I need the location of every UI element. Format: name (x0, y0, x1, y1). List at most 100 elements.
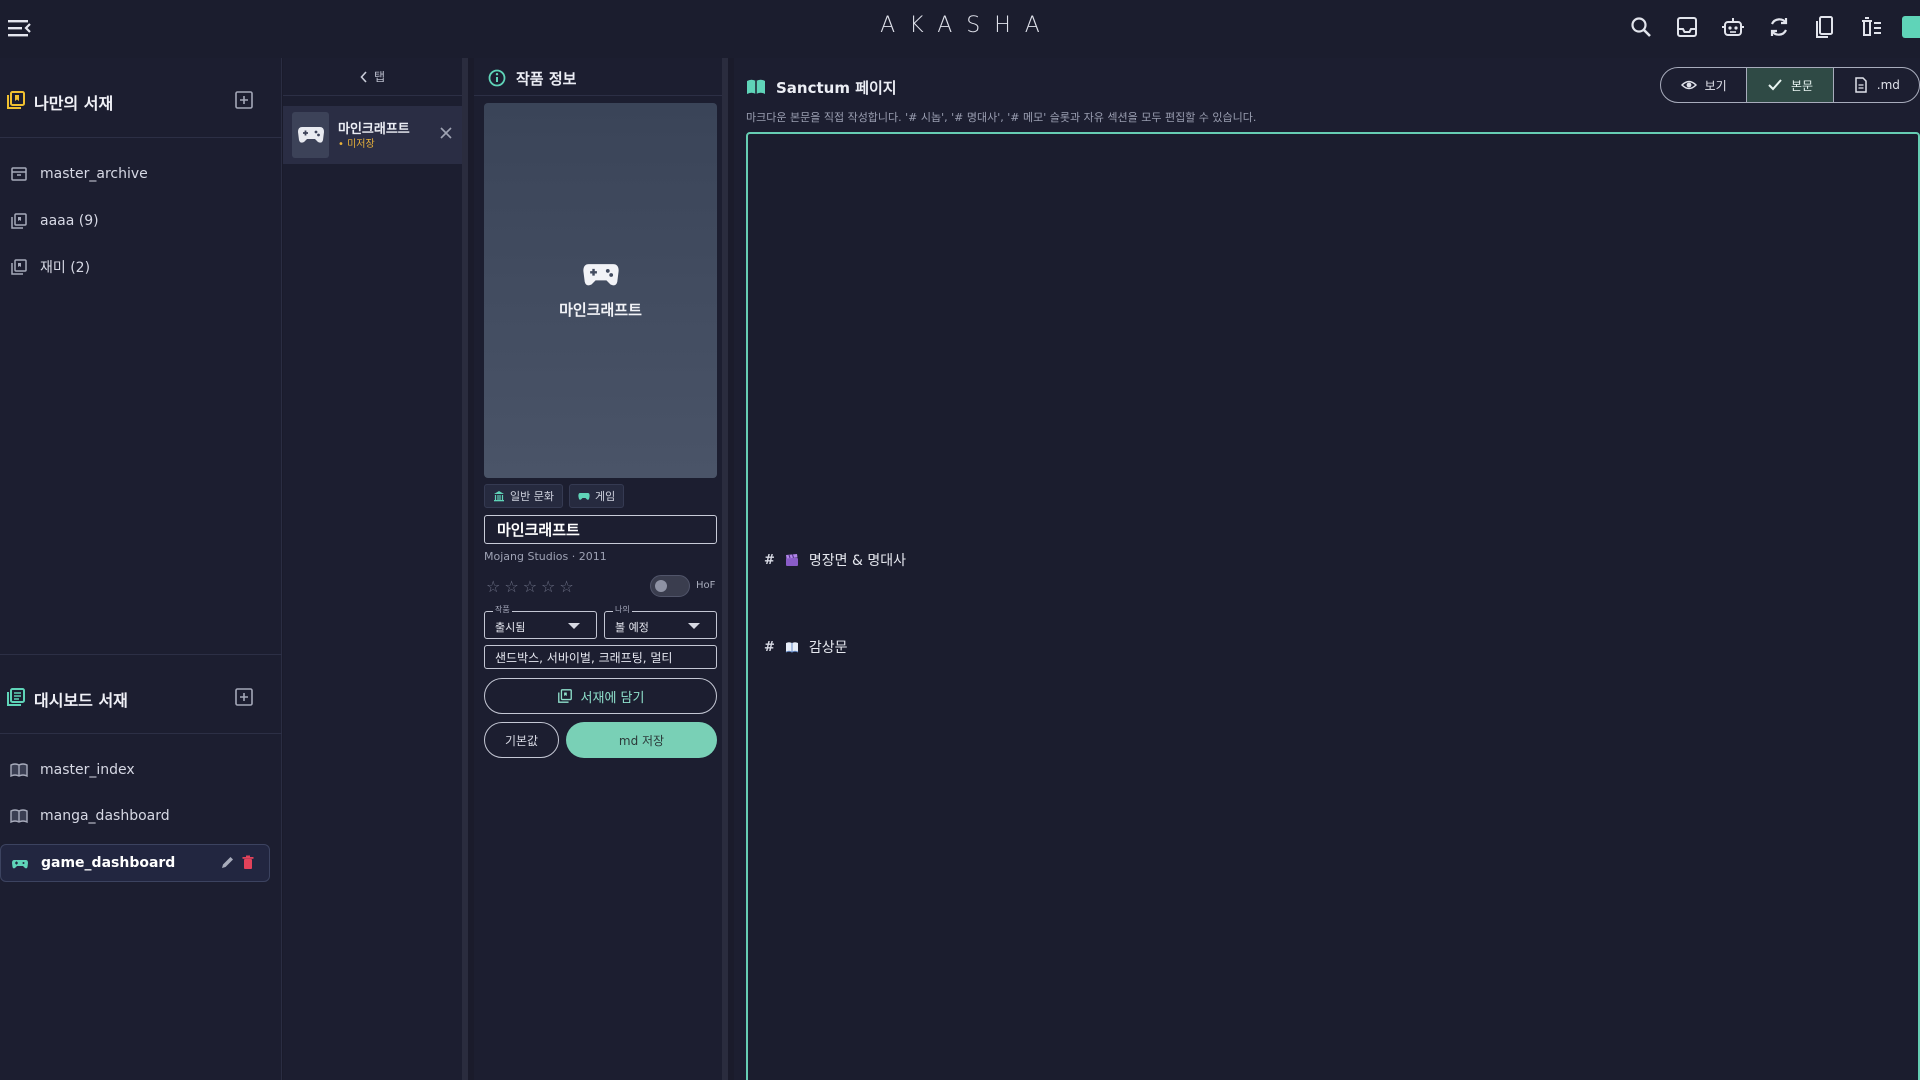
work-info-header: 작품 정보 (474, 58, 722, 96)
sidebar-item-label: aaaa (9) (40, 213, 99, 229)
star-3-icon[interactable]: ☆ (523, 579, 537, 595)
my-shelf-title: 나만의 서재 (34, 94, 114, 113)
open-book-icon (747, 79, 765, 94)
view-mode-preview[interactable]: 보기 (1661, 68, 1748, 102)
clapperboard-icon (785, 554, 798, 566)
chevron-down-icon (688, 623, 700, 629)
cover-image[interactable]: 마인크래프트 (484, 103, 717, 478)
hof-label: HoF (696, 580, 716, 591)
gamepad-icon (578, 493, 590, 500)
toggle-knob (655, 580, 667, 592)
info-icon (488, 69, 506, 87)
star-4-icon[interactable]: ☆ (541, 579, 555, 595)
hof-toggle[interactable] (650, 575, 690, 597)
page-title: Sanctum 페이지 (776, 79, 897, 97)
sync-icon[interactable] (1764, 12, 1794, 42)
dashboard-shelf-title: 대시보드 서재 (34, 691, 128, 710)
heading-text: 감상문 (808, 640, 848, 656)
dashboard-shelf-icon (7, 688, 25, 706)
add-to-shelf-label: 서재에 담기 (580, 690, 645, 706)
tabs-panel: 탭 마인크래프트 • 미저장 (283, 58, 468, 1080)
search-icon[interactable] (1626, 12, 1656, 42)
heading-hash: # (764, 552, 775, 568)
gamepad-icon (12, 860, 28, 869)
view-mode-switch: 보기 본문 .md (1660, 67, 1920, 103)
chevron-left-icon (360, 70, 367, 83)
add-dashboard-icon[interactable] (234, 687, 254, 707)
studio-year: Mojang Studios · 2011 (484, 550, 607, 563)
heading-text: 명장면 & 명대사 (808, 553, 907, 569)
star-1-icon[interactable]: ☆ (486, 579, 500, 595)
view-mode-label: .md (1876, 78, 1900, 92)
copy-pages-icon[interactable] (1810, 12, 1840, 42)
sidebar-item-manga-dashboard[interactable]: manga_dashboard (0, 798, 270, 834)
books-icon (11, 213, 27, 229)
sidebar-item-aaaa[interactable]: aaaa (9) (0, 203, 270, 239)
gamepad-icon (297, 127, 324, 143)
collapse-tabs-button[interactable]: 탭 (283, 58, 462, 96)
open-book-icon (10, 809, 28, 824)
my-shelf-header: 나만의 서재 (0, 58, 282, 138)
open-tab[interactable]: 마인크래프트 • 미저장 (283, 106, 462, 164)
file-icon (1855, 77, 1867, 93)
view-mode-md[interactable]: .md (1834, 68, 1919, 102)
star-2-icon[interactable]: ☆ (504, 579, 518, 595)
gamepad-icon (582, 264, 619, 286)
sidebar-item-label: master_archive (40, 166, 148, 182)
category-chip-game[interactable]: 게임 (568, 484, 625, 508)
star-5-icon[interactable]: ☆ (559, 579, 573, 595)
add-shelf-icon[interactable] (234, 90, 254, 110)
edit-pencil-icon[interactable] (220, 855, 235, 870)
markdown-editor[interactable]: # 명장면 & 명대사 # 감상문 (746, 132, 1920, 1080)
view-mode-label: 본문 (1790, 78, 1814, 93)
open-book-icon (10, 763, 28, 778)
save-md-button[interactable]: md 저장 (566, 722, 717, 758)
work-status-select[interactable]: 작품 출시됨 (484, 604, 597, 639)
add-to-shelf-button[interactable]: 서재에 담기 (484, 678, 717, 714)
building-icon (494, 491, 504, 502)
accent-tab[interactable] (1902, 16, 1920, 38)
check-icon (1768, 79, 1782, 91)
view-mode-body[interactable]: 본문 (1747, 68, 1834, 102)
select-label: 작품 (493, 604, 512, 615)
robot-icon[interactable] (1718, 12, 1748, 42)
inbox-icon[interactable] (1672, 12, 1702, 42)
open-book-icon (785, 642, 799, 653)
eye-icon (1680, 80, 1697, 90)
close-icon[interactable] (439, 126, 453, 140)
page-subtitle: 마크다운 본문을 직접 작성합니다. '# 시놉', '# 명대사', '# 메… (746, 111, 1257, 124)
tabs-header-label: 탭 (373, 70, 386, 84)
select-value: 볼 예정 (615, 621, 649, 634)
archive-icon (11, 167, 27, 181)
editor-line-review: # 감상문 (764, 637, 848, 657)
shelf-icon (7, 91, 25, 109)
default-button[interactable]: 기본값 (484, 722, 559, 758)
work-info-title: 작품 정보 (516, 70, 577, 88)
cover-title: 마인크래프트 (559, 301, 642, 319)
editor-line-scenes: # 명장면 & 명대사 (764, 550, 906, 570)
rating-stars: ☆ ☆ ☆ ☆ ☆ (486, 579, 574, 595)
sidebar-item-game-dashboard[interactable]: game_dashboard (0, 844, 270, 882)
chip-label: 게임 (594, 490, 616, 503)
select-value: 출시됨 (495, 621, 526, 634)
work-title-input[interactable] (484, 515, 717, 544)
sidebar-item-fun[interactable]: 재미 (2) (0, 249, 270, 285)
sanctum-page-panel: Sanctum 페이지 마크다운 본문을 직접 작성합니다. '# 시놉', '… (734, 58, 1920, 1080)
dashboard-shelf-header: 대시보드 서재 (0, 654, 282, 734)
tags-input[interactable] (484, 645, 717, 669)
books-icon (11, 259, 27, 275)
tab-thumbnail (292, 112, 329, 158)
left-sidebar: 나만의 서재 master_archive aaaa (9) 재미 (2) 대시… (0, 58, 282, 1080)
sidebar-item-master-archive[interactable]: master_archive (0, 156, 270, 192)
my-status-select[interactable]: 나의 볼 예정 (604, 604, 717, 639)
delete-list-icon[interactable] (1856, 12, 1886, 42)
chip-label: 일반 문화 (510, 490, 554, 503)
category-chip-culture[interactable]: 일반 문화 (484, 484, 563, 508)
sidebar-item-master-index[interactable]: master_index (0, 752, 270, 788)
work-info-panel: 작품 정보 마인크래프트 일반 문화 게임 Mojang Studios · 2… (474, 58, 728, 1080)
sidebar-item-label: manga_dashboard (40, 808, 170, 824)
heading-hash: # (764, 639, 775, 655)
tab-unsaved-status: • 미저장 (338, 139, 375, 150)
chevron-down-icon (568, 623, 580, 629)
trash-icon[interactable] (241, 855, 255, 870)
